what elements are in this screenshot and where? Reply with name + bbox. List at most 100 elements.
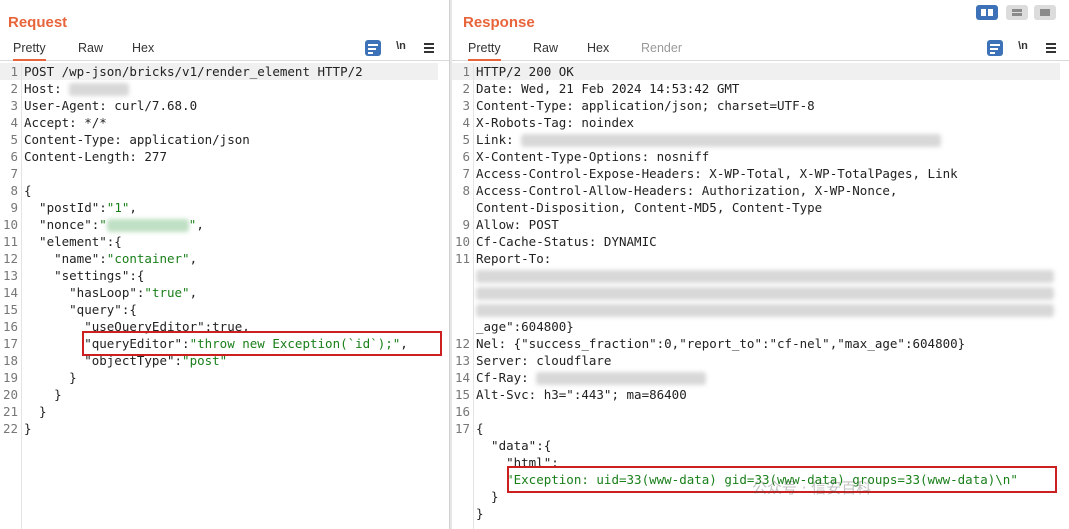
show-newlines-button[interactable]: \n xyxy=(394,40,408,56)
line-text xyxy=(476,301,1054,318)
menu-icon[interactable] xyxy=(423,40,435,56)
menu-icon[interactable] xyxy=(1045,40,1057,56)
code-token: _age":604800} xyxy=(476,319,574,334)
request-pane: Request Pretty Raw Hex \n 1 POST /wp-json… xyxy=(0,0,449,529)
tab-pretty[interactable]: Pretty xyxy=(13,41,46,61)
code-token: "settings":{ xyxy=(24,268,145,283)
code-line: 22} xyxy=(0,420,449,437)
show-newlines-button[interactable]: \n xyxy=(1016,40,1030,56)
response-editor[interactable]: 1 HTTP/2 200 OK 2 Date: Wed, 21 Feb 2024 14… xyxy=(452,63,1069,529)
line-number: 12 xyxy=(2,251,18,266)
line-number: 9 xyxy=(10,200,18,215)
code-line: "data":{ xyxy=(452,437,1069,454)
code-line: } xyxy=(452,505,1069,522)
line-number: 8 xyxy=(10,183,18,198)
code-line: 21 } xyxy=(0,403,449,420)
line-number: 10 xyxy=(454,234,470,249)
line-text: { xyxy=(24,182,32,199)
wrap-lines-icon[interactable] xyxy=(365,40,381,56)
line-number: 20 xyxy=(2,387,18,402)
line-text: Content-Type: application/json; charset=… xyxy=(476,97,815,114)
code-token: Host: xyxy=(24,81,70,96)
line-number: 17 xyxy=(454,421,470,436)
line-number: 11 xyxy=(454,251,470,266)
line-text: Alt-Svc: h3=":443"; ma=86400 xyxy=(476,386,687,403)
side-by-side-layout-icon[interactable] xyxy=(976,5,998,20)
line-text: } xyxy=(24,403,47,420)
line-number: 2 xyxy=(10,81,18,96)
line-text: Accept: */* xyxy=(24,114,107,131)
wrap-lines-icon[interactable] xyxy=(987,40,1003,56)
code-line xyxy=(452,284,1069,301)
code-token: X-Content-Type-Options: nosniff xyxy=(476,149,710,164)
response-title: Response xyxy=(463,14,535,31)
code-line: 3 User-Agent: curl/7.68.0 xyxy=(0,97,449,114)
tab-hex[interactable]: Hex xyxy=(132,41,154,55)
redacted-value xyxy=(476,270,1054,283)
code-line: 8{ xyxy=(0,182,449,199)
string-token: "1" xyxy=(106,200,130,215)
line-number: 19 xyxy=(2,370,18,385)
line-number: 7 xyxy=(10,166,18,181)
tab-pretty[interactable]: Pretty xyxy=(468,41,501,61)
line-number: 1 xyxy=(10,64,18,79)
tab-render[interactable]: Render xyxy=(641,41,682,55)
highlight-box-query-editor xyxy=(82,331,442,356)
code-line xyxy=(452,301,1069,318)
code-line: 12 "name":"container", xyxy=(0,250,449,267)
line-number: 5 xyxy=(462,132,470,147)
line-text: "element":{ xyxy=(24,233,122,250)
code-token: } xyxy=(24,370,77,385)
code-token: } xyxy=(476,489,499,504)
line-text: Nel: {"success_fraction":0,"report_to":"… xyxy=(476,335,965,352)
code-token: Content-Type: application/json; charset=… xyxy=(476,98,815,113)
line-text: Date: Wed, 21 Feb 2024 14:53:42 GMT xyxy=(476,80,739,97)
code-token: Content-Disposition, Content-MD5, Conten… xyxy=(476,200,823,215)
line-number: 14 xyxy=(454,370,470,385)
code-line: 14 Cf-Ray: xyxy=(452,369,1069,386)
code-token: { xyxy=(476,421,484,436)
tab-raw[interactable]: Raw xyxy=(533,41,558,55)
line-text: } xyxy=(24,420,32,437)
code-token: Allow: POST xyxy=(476,217,559,232)
line-text xyxy=(476,284,1054,301)
code-line: 2 Host: xyxy=(0,80,449,97)
code-token: Cf-Cache-Status: DYNAMIC xyxy=(476,234,657,249)
code-line: 5 Link: xyxy=(452,131,1069,148)
single-pane-layout-icon[interactable] xyxy=(1034,5,1056,20)
request-tabs: Pretty Raw Hex xyxy=(0,38,449,61)
line-number: 8 xyxy=(462,183,470,198)
request-editor[interactable]: 1 POST /wp-json/bricks/v1/render_element … xyxy=(0,63,449,529)
line-text: "hasLoop":"true", xyxy=(24,284,197,301)
code-token: HTTP/2 200 OK xyxy=(476,64,574,79)
line-number: 14 xyxy=(2,285,18,300)
code-line: 4 Accept: */* xyxy=(0,114,449,131)
redacted-value xyxy=(106,219,189,232)
code-token: , xyxy=(129,200,137,215)
line-text: } xyxy=(24,386,62,403)
redacted-value xyxy=(536,372,707,385)
line-number: 21 xyxy=(2,404,18,419)
line-text: Access-Control-Expose-Headers: X-WP-Tota… xyxy=(476,165,958,182)
code-line: 1 POST /wp-json/bricks/v1/render_element … xyxy=(0,63,449,80)
code-token: "postId": xyxy=(24,200,107,215)
code-token: "element":{ xyxy=(24,234,122,249)
tab-hex[interactable]: Hex xyxy=(587,41,609,55)
code-line: 11 "element":{ xyxy=(0,233,449,250)
request-title: Request xyxy=(8,14,68,31)
line-number: 5 xyxy=(10,132,18,147)
line-number: 16 xyxy=(2,319,18,334)
code-line: 12 Nel: {"success_fraction":0,"report_to"… xyxy=(452,335,1069,352)
line-text: } xyxy=(476,505,484,522)
line-number: 3 xyxy=(462,98,470,113)
code-line: 14 "hasLoop":"true", xyxy=(0,284,449,301)
code-token: Date: Wed, 21 Feb 2024 14:53:42 GMT xyxy=(476,81,740,96)
code-token: "data":{ xyxy=(476,438,552,453)
line-number: 13 xyxy=(454,353,470,368)
code-token: , xyxy=(189,251,198,266)
tab-raw[interactable]: Raw xyxy=(78,41,103,55)
line-number: 15 xyxy=(2,302,18,317)
line-text: Cf-Cache-Status: DYNAMIC xyxy=(476,233,657,250)
top-bottom-layout-icon[interactable] xyxy=(1006,5,1028,20)
code-token: Server: cloudflare xyxy=(476,353,612,368)
